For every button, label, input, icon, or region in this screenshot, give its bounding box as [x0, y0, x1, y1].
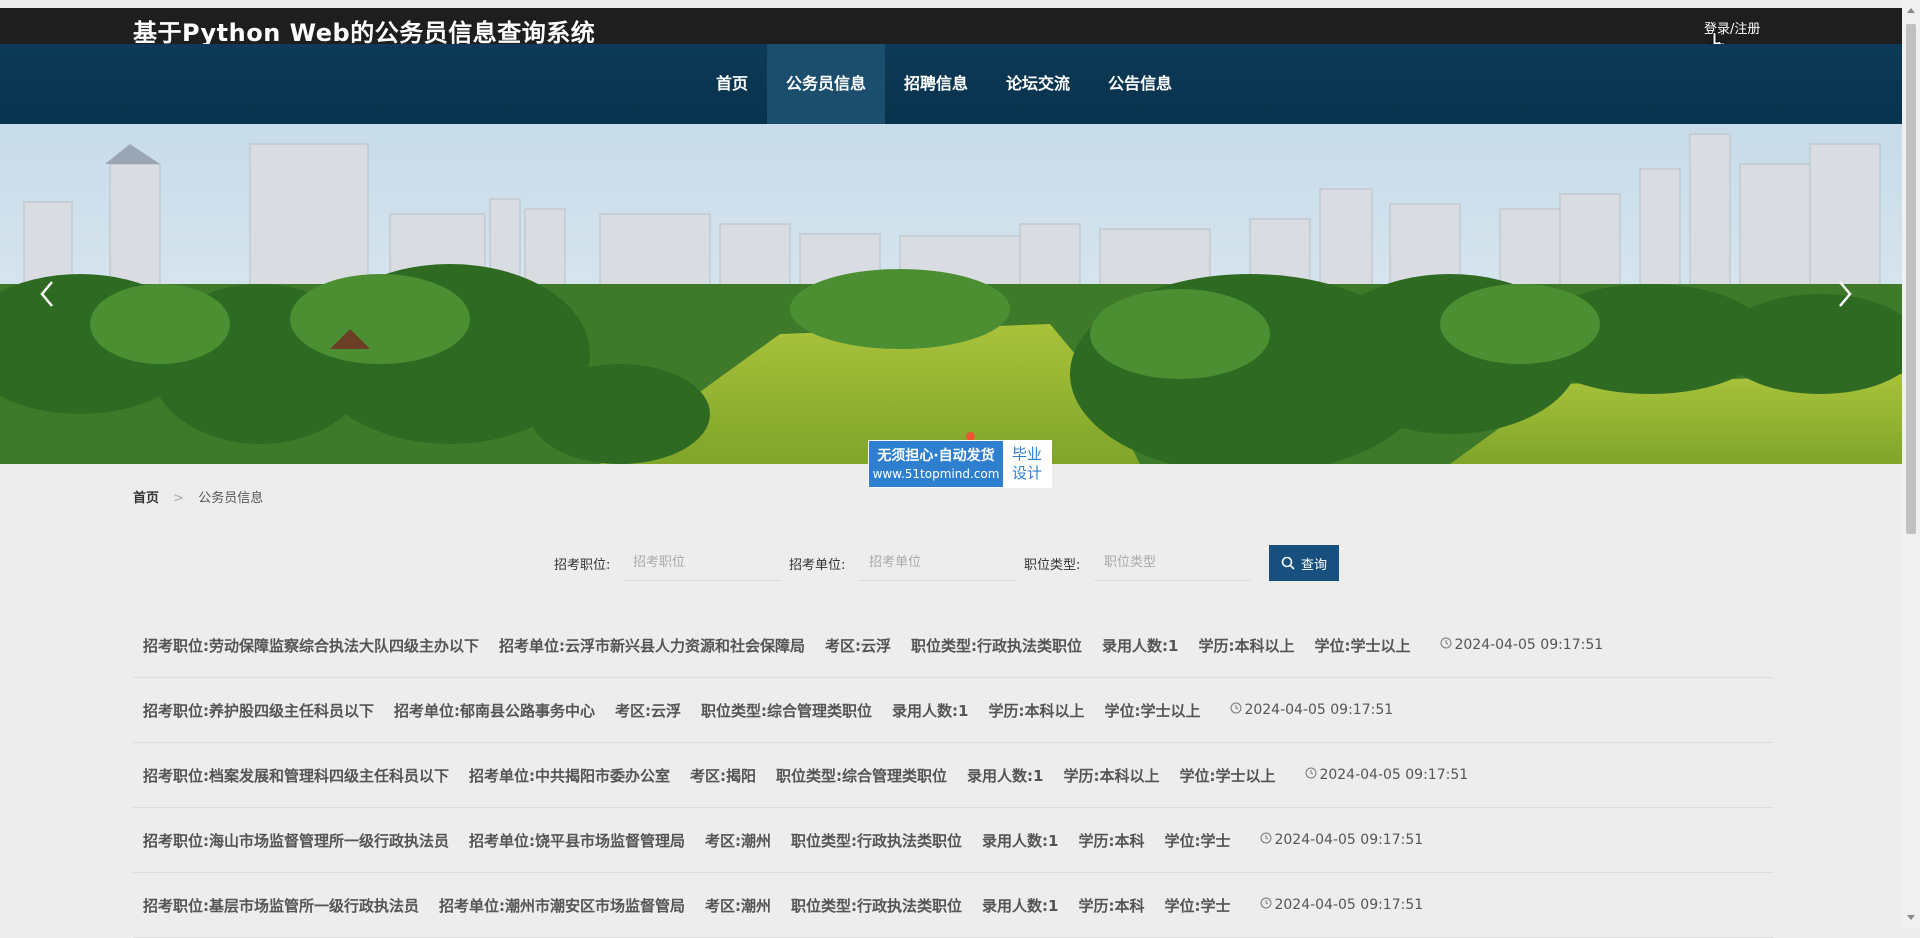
record-unit: 招考单位:中共揭阳市委办公室	[469, 765, 670, 786]
clock-icon	[1230, 702, 1242, 718]
record-unit: 招考单位:郁南县公路事务中心	[394, 700, 595, 721]
record-time: 2024-04-05 09:17:51	[1260, 832, 1423, 848]
record-count: 录用人数:1	[1102, 635, 1178, 656]
nav-menu: 首页 公务员信息 招聘信息 论坛交流 公告信息	[697, 44, 1191, 124]
main-navbar: 首页 公务员信息 招聘信息 论坛交流 公告信息	[0, 44, 1902, 124]
unit-input[interactable]	[859, 545, 1017, 581]
search-icon	[1281, 556, 1295, 570]
record-district: 考区:潮州	[705, 830, 771, 851]
list-item[interactable]: 招考职位:档案发展和管理科四级主任科员以下 招考单位:中共揭阳市委办公室 考区:…	[133, 743, 1773, 808]
watermark-line1: 无须担心·自动发货	[869, 445, 1003, 465]
civil-servant-list: 招考职位:劳动保障监察综合执法大队四级主办以下 招考单位:云浮市新兴县人力资源和…	[133, 613, 1773, 938]
top-bar: 基于Python Web的公务员信息查询系统 登录/注册	[0, 8, 1902, 44]
nav-item-forum[interactable]: 论坛交流	[987, 44, 1089, 124]
banner-image	[0, 124, 1902, 464]
breadcrumb-separator: >	[173, 491, 184, 506]
watermark-badge: 无须担心·自动发货 www.51topmind.com 毕业 设计	[868, 440, 1052, 488]
record-type: 职位类型:行政执法类职位	[791, 895, 962, 916]
record-district: 考区:云浮	[825, 635, 891, 656]
record-type: 职位类型:行政执法类职位	[911, 635, 1082, 656]
record-unit: 招考单位:云浮市新兴县人力资源和社会保障局	[499, 635, 805, 656]
record-time: 2024-04-05 09:17:51	[1260, 897, 1423, 913]
record-education: 学历:本科以上	[1063, 765, 1159, 786]
chevron-left-icon	[34, 274, 62, 314]
record-education: 学历:本科以上	[988, 700, 1084, 721]
record-time-text: 2024-04-05 09:17:51	[1274, 897, 1423, 913]
breadcrumb: 首页 > 公务员信息	[133, 487, 263, 506]
page-scrollbar[interactable]	[1902, 0, 1920, 928]
record-count: 录用人数:1	[982, 895, 1058, 916]
record-time-text: 2024-04-05 09:17:51	[1454, 637, 1603, 653]
record-position: 招考职位:养护股四级主任科员以下	[143, 700, 374, 721]
unit-label: 招考单位:	[789, 554, 845, 573]
record-count: 录用人数:1	[892, 700, 968, 721]
clock-icon	[1260, 832, 1272, 848]
record-education: 学历:本科	[1078, 830, 1144, 851]
search-button[interactable]: 查询	[1269, 545, 1339, 581]
list-item[interactable]: 招考职位:海山市场监督管理所一级行政执法员 招考单位:饶平县市场监督管理局 考区…	[133, 808, 1773, 873]
list-item[interactable]: 招考职位:基层市场监管所一级行政执法员 招考单位:潮州市潮安区市场监督管局 考区…	[133, 873, 1773, 938]
watermark-text: 无须担心·自动发货 www.51topmind.com	[869, 441, 1003, 487]
breadcrumb-current: 公务员信息	[198, 491, 263, 506]
breadcrumb-home[interactable]: 首页	[133, 491, 159, 506]
scrollbar-thumb[interactable]	[1906, 24, 1916, 534]
search-button-label: 查询	[1301, 554, 1327, 573]
record-position: 招考职位:档案发展和管理科四级主任科员以下	[143, 765, 449, 786]
scroll-down-icon[interactable]	[1907, 915, 1915, 920]
banner-carousel	[0, 124, 1902, 464]
nav-item-recruitment-info[interactable]: 招聘信息	[885, 44, 987, 124]
search-form: 招考职位: 招考单位: 职位类型: 查询	[0, 545, 1902, 581]
record-time: 2024-04-05 09:17:51	[1440, 637, 1603, 653]
record-degree: 学位:学士	[1164, 830, 1230, 851]
watermark-tag-line1: 毕业	[1003, 445, 1051, 464]
record-degree: 学位:学士以上	[1104, 700, 1200, 721]
record-count: 录用人数:1	[982, 830, 1058, 851]
record-position: 招考职位:海山市场监督管理所一级行政执法员	[143, 830, 449, 851]
position-input[interactable]	[623, 545, 781, 581]
list-item[interactable]: 招考职位:劳动保障监察综合执法大队四级主办以下 招考单位:云浮市新兴县人力资源和…	[133, 613, 1773, 678]
record-education: 学历:本科	[1078, 895, 1144, 916]
carousel-prev-button[interactable]	[34, 274, 62, 314]
record-degree: 学位:学士以上	[1179, 765, 1275, 786]
record-unit: 招考单位:饶平县市场监督管理局	[469, 830, 685, 851]
record-unit: 招考单位:潮州市潮安区市场监督管局	[439, 895, 685, 916]
record-time-text: 2024-04-05 09:17:51	[1274, 832, 1423, 848]
record-type: 职位类型:综合管理类职位	[776, 765, 947, 786]
record-time-text: 2024-04-05 09:17:51	[1244, 702, 1393, 718]
record-education: 学历:本科以上	[1198, 635, 1294, 656]
nav-item-home[interactable]: 首页	[697, 44, 767, 124]
list-item[interactable]: 招考职位:养护股四级主任科员以下 招考单位:郁南县公路事务中心 考区:云浮 职位…	[133, 678, 1773, 743]
record-degree: 学位:学士	[1164, 895, 1230, 916]
record-count: 录用人数:1	[967, 765, 1043, 786]
clock-icon	[1440, 637, 1452, 653]
record-time-text: 2024-04-05 09:17:51	[1319, 767, 1468, 783]
scroll-up-icon[interactable]	[1907, 8, 1915, 13]
type-input[interactable]	[1094, 545, 1252, 581]
record-position: 招考职位:基层市场监管所一级行政执法员	[143, 895, 419, 916]
clock-icon	[1305, 767, 1317, 783]
record-degree: 学位:学士以上	[1314, 635, 1410, 656]
nav-item-civil-servant-info[interactable]: 公务员信息	[767, 44, 885, 124]
record-district: 考区:潮州	[705, 895, 771, 916]
clock-icon	[1260, 897, 1272, 913]
position-label: 招考职位:	[554, 554, 610, 573]
record-type: 职位类型:行政执法类职位	[791, 830, 962, 851]
type-label: 职位类型:	[1024, 554, 1080, 573]
watermark-tag: 毕业 设计	[1003, 441, 1051, 487]
watermark-line2: www.51topmind.com	[869, 467, 1003, 481]
nav-item-announcements[interactable]: 公告信息	[1089, 44, 1191, 124]
chevron-right-icon	[1830, 274, 1858, 314]
record-type: 职位类型:综合管理类职位	[701, 700, 872, 721]
record-time: 2024-04-05 09:17:51	[1305, 767, 1468, 783]
record-district: 考区:云浮	[615, 700, 681, 721]
record-time: 2024-04-05 09:17:51	[1230, 702, 1393, 718]
record-position: 招考职位:劳动保障监察综合执法大队四级主办以下	[143, 635, 479, 656]
watermark-tag-line2: 设计	[1003, 464, 1051, 483]
carousel-next-button[interactable]	[1830, 274, 1858, 314]
record-district: 考区:揭阳	[690, 765, 756, 786]
site-title: 基于Python Web的公务员信息查询系统	[133, 13, 595, 48]
